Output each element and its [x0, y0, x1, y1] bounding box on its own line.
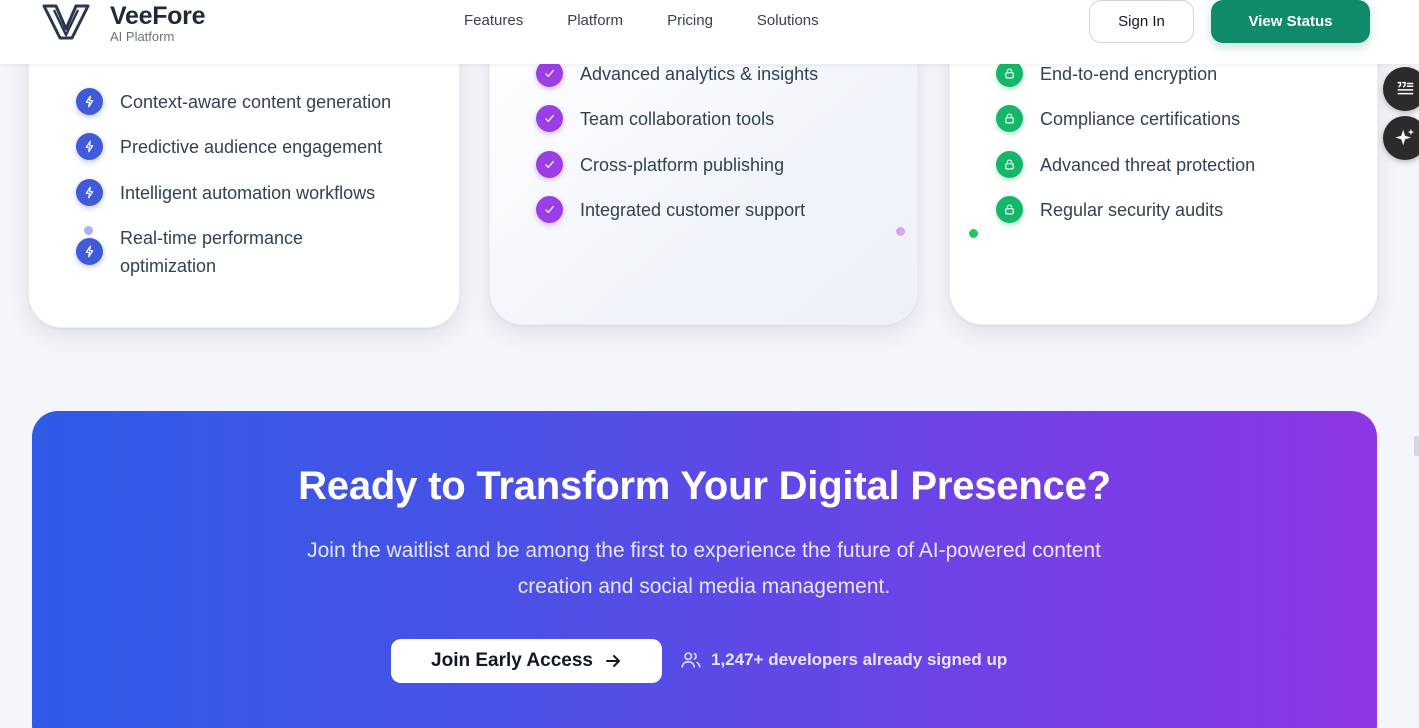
- lock-icon: [996, 105, 1023, 132]
- lock-icon: [996, 151, 1023, 178]
- quote-list-button[interactable]: [1383, 67, 1419, 111]
- nav-solutions[interactable]: Solutions: [757, 12, 819, 30]
- feature-text: Advanced analytics & insights: [580, 64, 819, 84]
- nav-platform[interactable]: Platform: [567, 12, 623, 30]
- feature-text-line: optimization: [120, 256, 217, 276]
- feature-text: Intelligent automation workflows: [120, 183, 376, 203]
- sparkle-icon: [1395, 128, 1415, 146]
- feature-text: Team collaboration tools: [580, 109, 775, 129]
- list-item: Advanced threat protection: [996, 151, 1255, 179]
- brand-name: VeeFore: [110, 2, 206, 30]
- quote-list-icon: [1397, 81, 1414, 95]
- list-item: Team collaboration tools: [536, 105, 774, 133]
- nav-features[interactable]: Features: [464, 12, 523, 30]
- sign-in-button[interactable]: Sign In: [1089, 0, 1194, 43]
- platform-features-card: Advanced analytics & insights Team colla…: [489, 20, 918, 325]
- list-item: End-to-end encryption: [996, 60, 1217, 88]
- check-icon: [536, 151, 563, 178]
- feature-text: Regular security audits: [1040, 200, 1224, 220]
- cta-banner: Ready to Transform Your Digital Presence…: [32, 411, 1377, 728]
- feature-text: Integrated customer support: [580, 200, 806, 220]
- list-item: Intelligent automation workflows: [76, 179, 375, 207]
- signup-count-text: 1,247+ developers already signed up: [711, 650, 1008, 669]
- view-status-button[interactable]: View Status: [1211, 0, 1370, 43]
- side-panel-handle[interactable]: [1414, 436, 1419, 456]
- join-early-access-button[interactable]: Join Early Access: [391, 639, 662, 683]
- decorative-dot: [84, 226, 93, 235]
- check-icon: [536, 105, 563, 132]
- decorative-dot: [969, 229, 978, 238]
- feature-text: End-to-end encryption: [1040, 64, 1218, 84]
- lightning-icon: [76, 238, 103, 265]
- feature-text: Cross-platform publishing: [580, 155, 785, 175]
- main-nav: Features Platform Pricing Solutions: [464, 12, 819, 30]
- cta-subtitle-line: creation and social media management.: [517, 575, 891, 598]
- lightning-icon: [76, 133, 103, 160]
- lightning-icon: [76, 88, 103, 115]
- cta-title: Ready to Transform Your Digital Presence…: [298, 464, 1111, 508]
- list-item: Predictive audience engagement: [76, 133, 382, 161]
- brand-subtitle: AI Platform: [110, 29, 175, 44]
- lock-icon: [996, 60, 1023, 87]
- list-item: Cross-platform publishing: [536, 151, 784, 179]
- list-item: Context-aware content generation: [76, 88, 391, 116]
- cta-subtitle: Join the waitlist and be among the first…: [254, 533, 1154, 605]
- ai-assistant-button[interactable]: [1383, 116, 1419, 160]
- security-features-card: End-to-end encryption Compliance certifi…: [949, 20, 1378, 325]
- check-icon: [536, 60, 563, 87]
- brand[interactable]: VeeFore AI Platform: [42, 2, 205, 44]
- feature-text-line: Real-time performance: [120, 228, 304, 248]
- list-item: Real-time performance optimization: [76, 224, 303, 280]
- feature-text: Real-time performance optimization: [120, 224, 303, 280]
- feature-text: Compliance certifications: [1040, 109, 1241, 129]
- list-item: Integrated customer support: [536, 196, 805, 224]
- feature-text: Advanced threat protection: [1040, 155, 1256, 175]
- list-item: Compliance certifications: [996, 105, 1240, 133]
- ai-features-card: Context-aware content generation Predict…: [28, 20, 460, 328]
- decorative-dot: [896, 227, 905, 236]
- users-icon: [681, 652, 701, 668]
- lightning-icon: [76, 179, 103, 206]
- site-header: VeeFore AI Platform Features Platform Pr…: [0, 0, 1419, 64]
- cta-subtitle-line: Join the waitlist and be among the first…: [307, 539, 1101, 562]
- list-item: Regular security audits: [996, 196, 1223, 224]
- check-icon: [536, 196, 563, 223]
- veefore-logo-icon: [42, 4, 90, 40]
- nav-pricing[interactable]: Pricing: [667, 12, 713, 30]
- list-item: Advanced analytics & insights: [536, 60, 818, 88]
- signup-count: 1,247+ developers already signed up: [680, 649, 1007, 671]
- lock-icon: [996, 196, 1023, 223]
- arrow-right-icon: [605, 655, 620, 667]
- join-early-access-label: Join Early Access: [431, 650, 593, 671]
- feature-text: Predictive audience engagement: [120, 137, 383, 157]
- feature-text: Context-aware content generation: [120, 92, 392, 112]
